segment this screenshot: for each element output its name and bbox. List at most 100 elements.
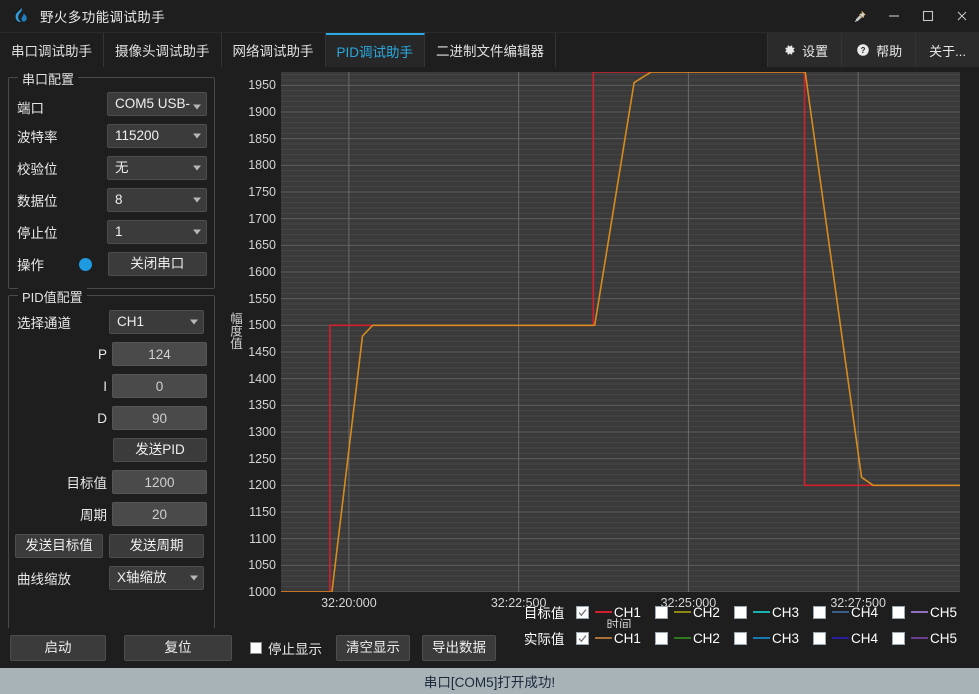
channel-label: 选择通道 bbox=[17, 316, 71, 331]
operation-label: 操作 bbox=[17, 258, 44, 273]
legend-series-name: CH4 bbox=[850, 604, 878, 620]
about-button[interactable]: 关于... bbox=[915, 33, 979, 67]
zoom-select[interactable]: X轴缩放 bbox=[109, 566, 204, 590]
legend-color-swatch bbox=[752, 611, 770, 613]
legend-series-name: CH3 bbox=[771, 630, 799, 646]
legend-checkbox-ch2[interactable] bbox=[654, 631, 668, 645]
tab-pid[interactable]: PID调试助手 bbox=[325, 33, 426, 67]
chart-legend: 目标值 CH1 CH2 CH3 CH4 CH5 实际值 CH1 CH2 CH3 CH4 CH5 bbox=[524, 602, 971, 648]
settings-button[interactable]: 设置 bbox=[767, 33, 842, 67]
about-button-label: 关于... bbox=[929, 43, 966, 59]
p-row: P bbox=[17, 342, 207, 366]
svg-text:?: ? bbox=[860, 46, 865, 55]
tab-binary-editor[interactable]: 二进制文件编辑器 bbox=[425, 33, 557, 67]
legend-series-name: CH4 bbox=[850, 630, 878, 646]
close-serial-port-button[interactable]: 关闭串口 bbox=[107, 252, 207, 276]
databits-select-wrap: 8 bbox=[107, 188, 207, 212]
gear-icon bbox=[781, 43, 796, 58]
zoom-label: 曲线缩放 bbox=[17, 572, 71, 587]
send-target-button[interactable]: 发送目标值 bbox=[15, 534, 103, 558]
channel-select[interactable]: CH1 bbox=[109, 310, 204, 334]
help-button-label: 帮助 bbox=[876, 43, 903, 59]
legend-checkbox-ch4[interactable] bbox=[812, 631, 826, 645]
legend-row-label: 实际值 bbox=[523, 632, 565, 647]
legend-checkbox-ch3[interactable] bbox=[733, 605, 747, 619]
baud-select-wrap: 115200 bbox=[107, 124, 207, 148]
legend-checkbox-ch1[interactable] bbox=[575, 605, 589, 619]
period-input[interactable] bbox=[112, 502, 207, 526]
y-axis-tick-label: 1300 bbox=[248, 425, 276, 439]
stopbits-select[interactable]: 1 bbox=[107, 220, 207, 244]
close-button[interactable] bbox=[945, 0, 979, 32]
parity-row: 校验位 无 bbox=[17, 156, 207, 180]
export-data-button[interactable]: 导出数据 bbox=[422, 635, 496, 661]
i-input[interactable] bbox=[112, 374, 207, 398]
databits-label: 数据位 bbox=[17, 194, 58, 209]
pid-config-group: PID值配置 选择通道 CH1 P I D bbox=[8, 287, 215, 633]
y-axis-tick-label: 1800 bbox=[248, 158, 276, 173]
legend-checkbox-ch2[interactable] bbox=[654, 605, 668, 619]
legend-checkbox-ch5[interactable] bbox=[891, 605, 905, 619]
stopbits-select-wrap: 1 bbox=[107, 220, 207, 244]
y-axis-tick-label: 1600 bbox=[248, 265, 276, 279]
parity-select[interactable]: 无 bbox=[107, 156, 207, 180]
chart-plot[interactable] bbox=[281, 72, 960, 592]
y-axis-tick-label: 1100 bbox=[249, 531, 276, 546]
y-axis-tick-label: 1150 bbox=[249, 505, 276, 519]
baud-label: 波特率 bbox=[17, 130, 58, 145]
d-input[interactable] bbox=[112, 406, 207, 430]
period-label: 周期 bbox=[80, 508, 107, 523]
legend-checkbox-ch5[interactable] bbox=[891, 631, 905, 645]
stopbits-row: 停止位 1 bbox=[17, 220, 207, 244]
send-period-button[interactable]: 发送周期 bbox=[109, 534, 204, 558]
baud-select[interactable]: 115200 bbox=[107, 124, 207, 148]
y-axis-tick-label: 1900 bbox=[248, 105, 276, 119]
app-logo-icon bbox=[8, 3, 34, 29]
bottom-control-bar: 启动 复位 停止显示 清空显示 导出数据 目标值 CH1 CH2 CH3 CH4 CH5 实… bbox=[0, 605, 979, 668]
connection-status-indicator bbox=[78, 257, 92, 271]
tab-serial[interactable]: 串口调试助手 bbox=[0, 33, 104, 67]
channel-select-wrap: CH1 bbox=[109, 310, 204, 334]
chart-svg bbox=[281, 72, 960, 592]
databits-select[interactable]: 8 bbox=[107, 188, 207, 212]
clear-display-button[interactable]: 清空显示 bbox=[336, 635, 410, 661]
stopbits-label: 停止位 bbox=[17, 226, 58, 241]
pin-button[interactable] bbox=[843, 0, 877, 32]
port-select[interactable]: COM5 USB- bbox=[107, 92, 207, 116]
p-input[interactable] bbox=[112, 342, 207, 366]
send-pid-button[interactable]: 发送PID bbox=[112, 438, 207, 462]
period-row: 周期 bbox=[17, 502, 207, 526]
y-axis-tick-label: 1250 bbox=[248, 451, 276, 466]
zoom-select-wrap: X轴缩放 bbox=[109, 566, 204, 590]
target-input[interactable] bbox=[112, 470, 207, 494]
y-axis-tick-label: 1750 bbox=[248, 185, 276, 199]
reset-button[interactable]: 复位 bbox=[124, 635, 232, 661]
stop-display-checkbox[interactable] bbox=[250, 642, 262, 654]
legend-checkbox-ch4[interactable] bbox=[812, 605, 826, 619]
start-button[interactable]: 启动 bbox=[10, 635, 106, 661]
y-axis-tick-label: 1700 bbox=[248, 211, 276, 226]
x-axis-tick-label: 32:20:000 bbox=[321, 596, 377, 610]
help-button[interactable]: ? 帮助 bbox=[841, 33, 916, 67]
pin-icon bbox=[854, 9, 866, 22]
legend-checkbox-ch3[interactable] bbox=[733, 631, 747, 645]
parity-label: 校验位 bbox=[17, 162, 58, 177]
maximize-icon bbox=[922, 10, 934, 22]
tab-bar: 串口调试助手 摄像头调试助手 网络调试助手 PID调试助手 二进制文件编辑器 设… bbox=[0, 33, 979, 67]
y-axis-tick-label: 1950 bbox=[248, 78, 276, 93]
target-label: 目标值 bbox=[66, 476, 108, 491]
chart-area: 1000 1050 1100 1150 1200 1250 1300 1350 1400 1450… bbox=[224, 67, 979, 632]
maximize-button[interactable] bbox=[911, 0, 945, 32]
chart-ylabel: 幅度值 bbox=[228, 312, 242, 350]
d-label: D bbox=[97, 410, 107, 426]
p-label: P bbox=[97, 346, 107, 362]
tab-network[interactable]: 网络调试助手 bbox=[221, 33, 326, 67]
tab-camera[interactable]: 摄像头调试助手 bbox=[104, 33, 222, 67]
legend-checkbox-ch1[interactable] bbox=[575, 631, 589, 645]
y-axis-tick-label: 1550 bbox=[248, 291, 276, 306]
y-axis-tick-label: 1400 bbox=[248, 371, 276, 386]
minimize-button[interactable] bbox=[877, 0, 911, 32]
legend-series-name: CH1 bbox=[613, 604, 641, 620]
legend-series-name: CH5 bbox=[929, 630, 957, 646]
legend-row-label: 目标值 bbox=[523, 606, 565, 621]
